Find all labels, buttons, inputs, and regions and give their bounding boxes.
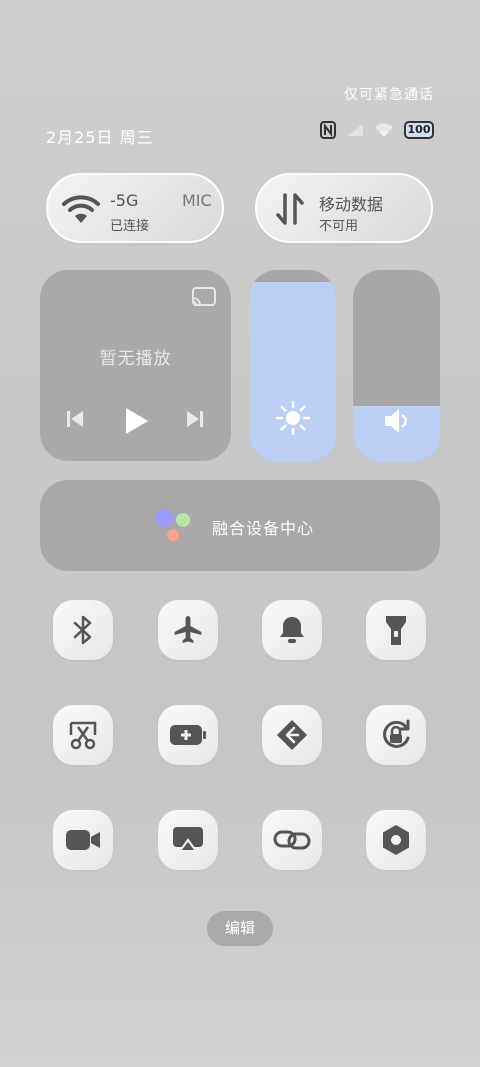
link-toggle[interactable]: [262, 810, 322, 870]
media-player-card[interactable]: 暂无播放: [40, 270, 231, 461]
mobile-data-toggle[interactable]: 移动数据 不可用: [255, 173, 433, 243]
battery-icon: 100: [404, 121, 434, 139]
bluetooth-toggle[interactable]: [53, 600, 113, 660]
play-icon[interactable]: [122, 406, 150, 440]
wifi-ssid-tail: MIC: [182, 191, 212, 210]
media-title: 暂无播放: [99, 349, 172, 369]
hexagon-icon: [380, 823, 412, 857]
date-label: 2月25日 周三: [46, 128, 154, 147]
flashlight-toggle[interactable]: [366, 600, 426, 660]
carrier-status: 仅可紧急通话: [344, 87, 434, 103]
battery-saver-toggle[interactable]: [158, 705, 218, 765]
system-status-icons: 100: [320, 121, 434, 139]
rotation-lock-toggle[interactable]: [366, 705, 426, 765]
bluetooth-icon: [71, 614, 95, 646]
wifi-icon: [62, 191, 100, 227]
previous-icon[interactable]: [64, 408, 86, 434]
share-toggle[interactable]: [262, 705, 322, 765]
airplane-mode-toggle[interactable]: [158, 600, 218, 660]
wifi-status-icon: [374, 122, 394, 138]
rotation-lock-icon: [379, 718, 413, 752]
battery-level: 100: [407, 123, 431, 136]
ring-mode-toggle[interactable]: [262, 600, 322, 660]
speaker-icon: [381, 406, 413, 440]
video-icon: [64, 827, 102, 853]
screenshot-toggle[interactable]: [53, 705, 113, 765]
data-transfer-icon: [271, 191, 309, 227]
wifi-ssid: -5G: [110, 191, 139, 210]
screen-cast-toggle[interactable]: [158, 810, 218, 870]
fusion-device-center[interactable]: 融合设备中心: [40, 480, 440, 571]
settings-toggle[interactable]: [366, 810, 426, 870]
share-icon: [275, 718, 309, 752]
wifi-toggle[interactable]: -5G MIC 已连接: [46, 173, 224, 243]
cast-icon[interactable]: [191, 286, 217, 312]
brightness-slider[interactable]: [249, 270, 336, 462]
edit-button[interactable]: 编辑: [207, 911, 273, 946]
fusion-label: 融合设备中心: [212, 519, 315, 538]
wifi-state: 已连接: [110, 219, 150, 234]
volume-slider[interactable]: [353, 270, 440, 462]
scissors-icon: [67, 719, 99, 751]
airplane-icon: [172, 614, 204, 646]
battery-plus-icon: [168, 723, 208, 747]
device-hub-icon: [152, 507, 196, 547]
flashlight-icon: [383, 613, 409, 647]
signal-icon: [346, 123, 364, 137]
mobile-data-label: 移动数据: [319, 195, 384, 214]
nfc-icon: [320, 121, 336, 139]
sun-icon: [275, 400, 311, 440]
link-icon: [273, 828, 311, 852]
screen-record-toggle[interactable]: [53, 810, 113, 870]
bell-icon: [277, 614, 307, 646]
screencast-icon: [171, 825, 205, 855]
mobile-data-state: 不可用: [319, 219, 359, 234]
next-icon[interactable]: [184, 408, 206, 434]
